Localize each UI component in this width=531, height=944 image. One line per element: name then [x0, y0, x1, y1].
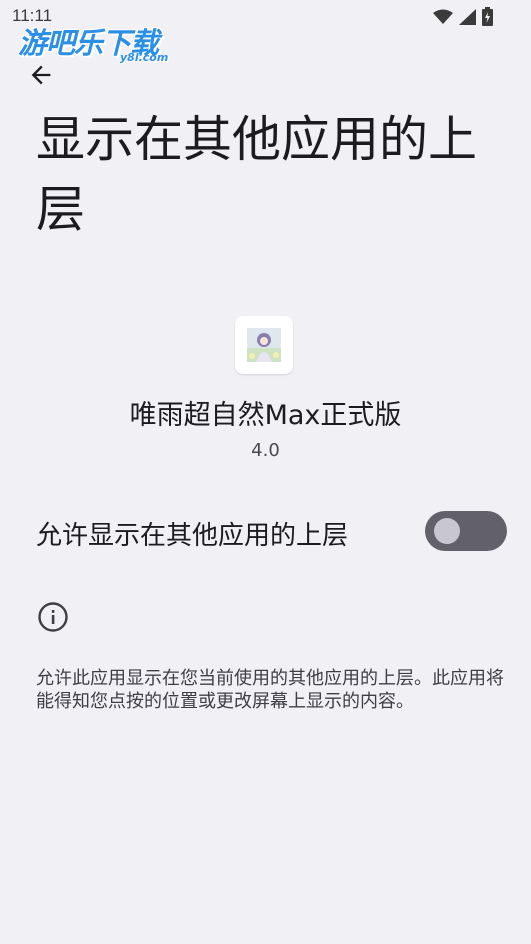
permission-toggle-label: 允许显示在其他应用的上层	[36, 521, 349, 551]
screen: 11:11 游吧乐下载 y8l.com 显示在其他应用的上层 唯雨超自然Max正…	[0, 0, 531, 944]
info-icon	[37, 601, 69, 633]
status-icons	[433, 7, 493, 30]
app-icon-image	[247, 328, 281, 362]
toggle-knob	[434, 518, 460, 544]
signal-icon	[459, 8, 476, 29]
page-title: 显示在其他应用的上层	[36, 111, 478, 238]
app-name: 唯雨超自然Max正式版	[129, 400, 402, 431]
permission-toggle-row[interactable]: 允许显示在其他应用的上层	[0, 502, 531, 562]
app-icon	[235, 316, 293, 374]
arrow-left-icon	[27, 61, 55, 93]
permission-toggle-switch[interactable]	[425, 511, 507, 551]
wifi-icon	[433, 9, 453, 29]
battery-icon	[482, 7, 493, 30]
back-button[interactable]	[22, 58, 60, 96]
app-version: 4.0	[251, 440, 280, 461]
watermark-sub-text: y8l.com	[120, 51, 169, 64]
permission-description: 允许此应用显示在您当前使用的其他应用的上层。此应用将能得知您点按的位置或更改屏幕…	[36, 668, 504, 712]
